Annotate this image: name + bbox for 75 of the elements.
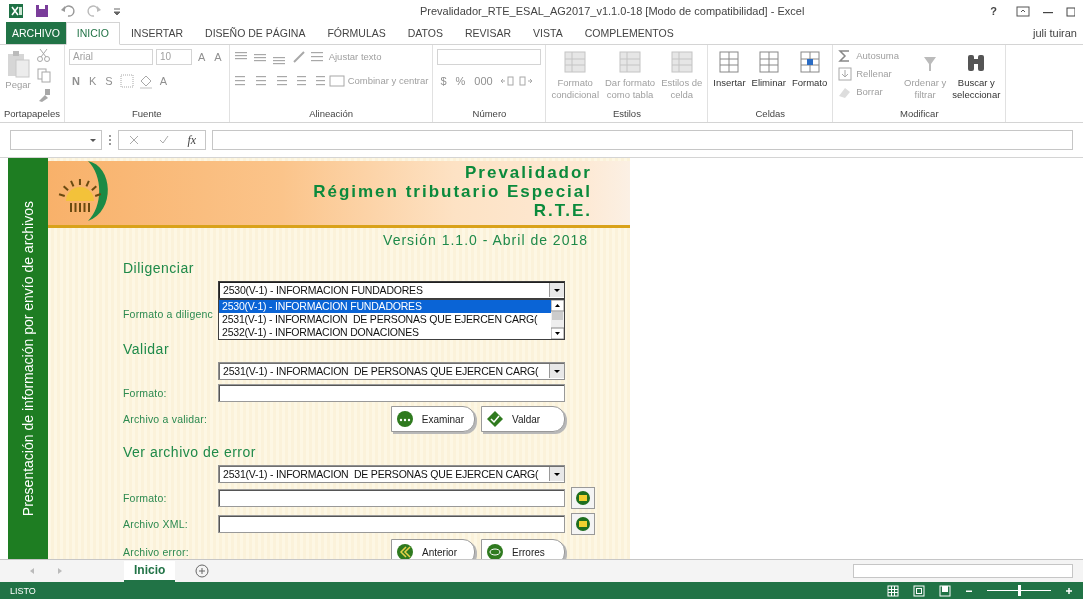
check-icon	[486, 410, 504, 429]
cancel-icon[interactable]	[127, 134, 140, 147]
borders-icon[interactable]	[118, 72, 135, 89]
horizontal-scrollbar[interactable]	[853, 564, 1073, 579]
ribbon-button[interactable]: Formato	[790, 46, 829, 91]
redo-icon[interactable]	[86, 2, 102, 19]
undo-icon[interactable]	[60, 2, 76, 19]
caret-icon	[549, 283, 564, 298]
caret-icon	[549, 467, 564, 482]
group-label: Estilos	[611, 108, 642, 122]
status-text: LISTO	[10, 585, 36, 596]
ribbon-tab[interactable]: INICIO	[65, 21, 120, 45]
save-icon[interactable]	[34, 2, 50, 19]
field-label: Archivo error:	[123, 546, 190, 559]
group-label: Modificar	[899, 108, 940, 122]
number-format-field[interactable]	[437, 48, 542, 65]
browse-button[interactable]	[571, 513, 595, 536]
add-sheet-icon[interactable]	[195, 564, 210, 579]
page-break-icon[interactable]	[939, 584, 951, 597]
scroll-left-icon[interactable]	[28, 566, 36, 577]
dropdown-field[interactable]: 2531(V-1) - INFORMACION DE PERSONAS QUE EJERCEN CARG(	[218, 465, 565, 484]
help-button[interactable]: ?	[982, 4, 1005, 17]
page-layout-icon[interactable]	[913, 584, 925, 597]
user-name[interactable]: juli tuiran	[1032, 26, 1077, 39]
excel-icon[interactable]	[8, 2, 24, 19]
scissors-icon[interactable]	[36, 46, 52, 63]
folder-icon	[575, 516, 591, 533]
scroll-right-icon[interactable]	[56, 566, 64, 577]
insert-function-button[interactable]: fx	[187, 132, 197, 148]
caret-icon	[549, 364, 564, 379]
dropdown-field[interactable]: 2531(V-1) - INFORMACION DE PERSONAS QUE EJERCEN CARG(	[218, 362, 565, 381]
group-label: Número	[471, 108, 508, 122]
ribbon-button[interactable]: Insertar	[712, 46, 747, 91]
more-icon	[395, 410, 414, 429]
back-icon	[396, 543, 414, 560]
input-field[interactable]	[218, 384, 565, 403]
browse-button[interactable]	[571, 487, 595, 510]
caret-icon[interactable]	[89, 136, 97, 145]
field-label: Archivo XML:	[123, 518, 189, 531]
zoom-in-icon[interactable]	[1065, 586, 1073, 595]
copy-icon[interactable]	[36, 66, 52, 83]
grip-icon	[108, 134, 112, 147]
form-button[interactable]: Errores	[481, 539, 565, 560]
section-heading: Ver archivo de error	[123, 444, 256, 462]
version-label: Versión 1.1.0 - Abril de 2018	[383, 232, 588, 249]
ribbon-button[interactable]: Buscar y seleccionar	[951, 46, 1002, 103]
form-button[interactable]: Examinar	[390, 406, 475, 433]
group-label: Portapapeles	[4, 108, 60, 122]
slider-thumb[interactable]	[1018, 585, 1021, 597]
section-heading: Diligenciar	[123, 260, 194, 278]
form-button[interactable]: Valdar	[481, 406, 565, 433]
normal-view-icon[interactable]	[887, 584, 899, 597]
field-label: Formato a diligenc	[123, 307, 214, 323]
formula-field[interactable]	[212, 130, 1073, 151]
file-tab[interactable]: ARCHIVO	[6, 21, 66, 44]
header-title: R.T.E.	[533, 201, 592, 221]
group-label: Alineación	[308, 108, 354, 122]
sheet-tab[interactable]: Inicio	[124, 560, 176, 582]
section-heading: Validar	[123, 341, 170, 359]
form-button[interactable]: Anterior	[391, 539, 475, 560]
field-label: Archivo a validar:	[123, 413, 209, 426]
header-title: Prevalidador	[465, 163, 592, 183]
field-label: Formato:	[123, 387, 168, 400]
input-field[interactable]	[218, 489, 565, 508]
ribbon-button[interactable]: Eliminar	[750, 46, 787, 91]
side-label: Presentación de información por envío de archivos	[20, 201, 36, 517]
header-title: Régimen tributario Especial	[313, 182, 592, 202]
folder-icon	[575, 490, 591, 507]
input-field[interactable]	[218, 515, 565, 534]
group-label: Fuente	[131, 108, 163, 122]
group-label: Celdas	[754, 108, 787, 122]
field-label: Formato:	[123, 492, 168, 505]
scrollbar[interactable]	[551, 300, 564, 340]
window-title: Prevalidador_RTE_ESAL_AG2017_v1.1.0-18 [Modo de compatibilidad] - Excel	[418, 4, 806, 17]
dropdown-option[interactable]: 2530(V-1) - INFORMACION FUNDADORES	[219, 300, 551, 314]
